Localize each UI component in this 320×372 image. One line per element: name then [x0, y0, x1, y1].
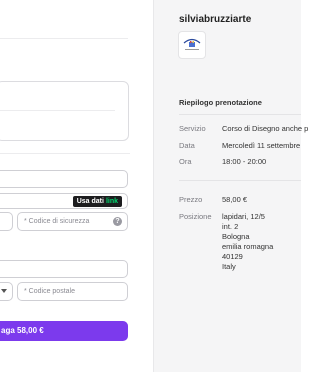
- shop-logo: [178, 31, 206, 59]
- booking-summary-panel: silviabruzziarte Riepilogo prenotazione …: [153, 0, 308, 372]
- time-label: Ora: [179, 157, 192, 166]
- price-value: 58,00 €: [222, 195, 248, 204]
- time-value: 18:00 - 20:00: [222, 157, 267, 166]
- cardholder-name-field[interactable]: [0, 260, 128, 278]
- address-line: Bologna: [222, 232, 250, 241]
- email-field[interactable]: [0, 170, 128, 188]
- divider: [179, 180, 301, 181]
- date-label: Data: [179, 141, 195, 150]
- postal-placeholder: * Codice postale: [24, 288, 75, 295]
- pay-button[interactable]: aga 58,00 €: [0, 321, 128, 341]
- summary-title: Riepilogo prenotazione: [179, 98, 262, 107]
- price-label: Prezzo: [179, 195, 203, 204]
- location-label: Posizione: [179, 212, 212, 221]
- help-icon[interactable]: ?: [113, 217, 122, 226]
- date-value: Mercoledì 11 settembre: [222, 141, 301, 150]
- cvc-field[interactable]: * Codice di sicurezza ?: [17, 212, 128, 231]
- address-line: int. 2: [222, 222, 239, 231]
- address-line: Italy: [222, 262, 236, 271]
- divider: [179, 114, 301, 115]
- divider: [0, 153, 130, 154]
- link-badge-label: Usa dati: [76, 198, 104, 205]
- expiry-field[interactable]: [0, 212, 13, 231]
- divider: [0, 110, 115, 111]
- cvc-placeholder: * Codice di sicurezza: [24, 218, 90, 225]
- link-brand: link: [105, 198, 118, 205]
- divider: [0, 38, 128, 39]
- address: lapidari, 12/5 int. 2 Bologna emilia rom…: [222, 212, 273, 272]
- country-select[interactable]: [0, 282, 13, 301]
- address-line: lapidari, 12/5: [222, 212, 265, 221]
- service-label: Servizio: [179, 124, 206, 133]
- payment-form-panel: Usa dati link * Codice di sicurezza ? * C…: [0, 0, 153, 372]
- payment-method-box[interactable]: [0, 81, 129, 141]
- address-line: 40129: [222, 252, 243, 261]
- postal-code-field[interactable]: * Codice postale: [17, 282, 128, 301]
- card-number-field[interactable]: Usa dati link: [0, 193, 128, 209]
- address-line: emilia romagna: [222, 242, 274, 251]
- link-autofill-button[interactable]: Usa dati link: [72, 196, 122, 207]
- chevron-down-icon: [1, 289, 7, 293]
- service-value: Corso di Disegno anche p: [222, 124, 309, 133]
- shop-name: silviabruzziarte: [179, 14, 252, 25]
